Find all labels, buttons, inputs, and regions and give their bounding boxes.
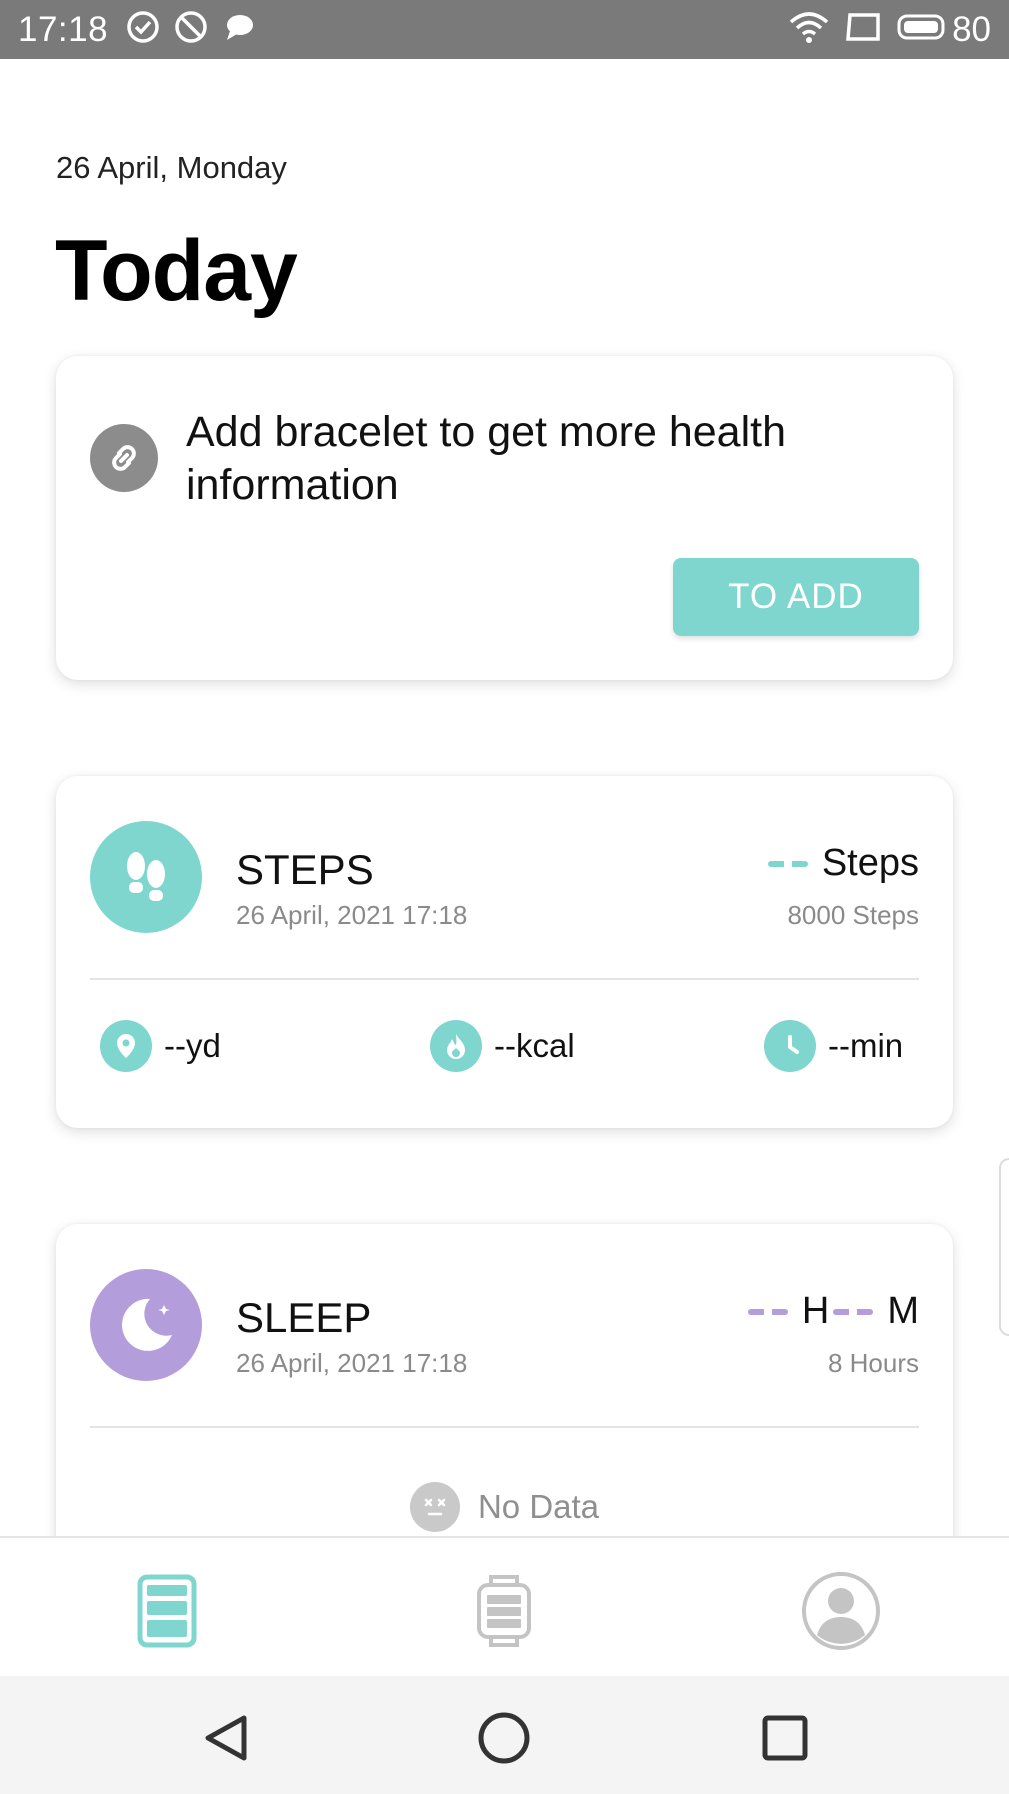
sleep-value: H M: [747, 1290, 919, 1333]
current-date: 26 April, Monday: [56, 150, 287, 185]
duration-stat: --min: [764, 1020, 903, 1072]
calories-stat: --kcal: [430, 1020, 575, 1072]
block-icon: [174, 10, 208, 49]
dizzy-face-icon: [409, 1482, 460, 1532]
status-left-icons: [126, 10, 256, 49]
to-add-button[interactable]: TO ADD: [673, 558, 919, 636]
page-title: Today: [55, 223, 298, 319]
tab-device[interactable]: [459, 1568, 549, 1658]
steps-goal: 8000 Steps: [787, 900, 919, 930]
status-time: 17:18: [18, 9, 109, 49]
dashboard-icon: [136, 1573, 198, 1654]
battery-level: 80: [952, 9, 991, 49]
sleep-empty-state: No Data: [56, 1482, 953, 1532]
duration-value: --min: [828, 1027, 904, 1064]
add-bracelet-message: Add bracelet to get more health informat…: [186, 408, 786, 509]
sleep-hours-dash: [747, 1308, 788, 1315]
home-button[interactable]: [474, 1710, 534, 1770]
check-circle-icon: [126, 10, 160, 49]
steps-divider: [90, 978, 919, 980]
sleep-minutes-unit: M: [887, 1290, 919, 1332]
battery-indicator: 80: [896, 10, 991, 50]
steps-title: STEPS: [236, 846, 374, 893]
sleep-title: SLEEP: [236, 1294, 372, 1341]
distance-value: --yd: [164, 1027, 221, 1064]
steps-placeholder-dash: [767, 860, 808, 867]
location-pin-icon: [100, 1020, 152, 1072]
recents-button[interactable]: [755, 1710, 815, 1770]
flame-icon: [430, 1020, 482, 1072]
sleep-divider: [90, 1426, 919, 1428]
tab-dashboard[interactable]: [122, 1568, 212, 1658]
wifi-icon: [788, 10, 830, 49]
sleep-goal: 8 Hours: [827, 1348, 919, 1378]
status-right-icons: 80: [788, 10, 991, 50]
add-bracelet-card: Add bracelet to get more health informat…: [56, 356, 953, 680]
battery-icon: [896, 12, 948, 47]
calories-value: --kcal: [494, 1027, 575, 1064]
bottom-tab-bar: [0, 1536, 1009, 1676]
back-button[interactable]: [196, 1710, 256, 1770]
steps-timestamp: 26 April, 2021 17:18: [236, 900, 468, 930]
sleep-timestamp: 26 April, 2021 17:18: [236, 1348, 468, 1378]
status-bar: 17:18 80: [0, 0, 1009, 59]
sleep-minutes-dash: [833, 1308, 874, 1315]
steps-unit: Steps: [821, 842, 919, 884]
footprints-icon: [90, 821, 202, 933]
distance-stat: --yd: [100, 1020, 221, 1072]
system-nav-bar: [0, 1676, 1009, 1794]
profile-icon: [801, 1571, 881, 1656]
steps-card[interactable]: STEPS 26 April, 2021 17:18 Steps 8000 St…: [56, 776, 953, 1128]
clock-icon: [764, 1020, 816, 1072]
watch-icon: [473, 1571, 535, 1656]
sleep-hours-unit: H: [801, 1290, 830, 1332]
steps-value: Steps: [767, 842, 919, 885]
back-icon: [200, 1712, 252, 1769]
chat-bubble-icon: [222, 10, 256, 49]
side-pull-tab[interactable]: [999, 1158, 1009, 1336]
no-data-label: No Data: [477, 1488, 600, 1525]
moon-stars-icon: [90, 1269, 202, 1381]
link-icon: [90, 424, 158, 492]
tab-profile[interactable]: [796, 1568, 886, 1658]
recents-icon: [760, 1713, 810, 1768]
home-icon: [476, 1710, 532, 1771]
cast-icon: [844, 12, 882, 47]
